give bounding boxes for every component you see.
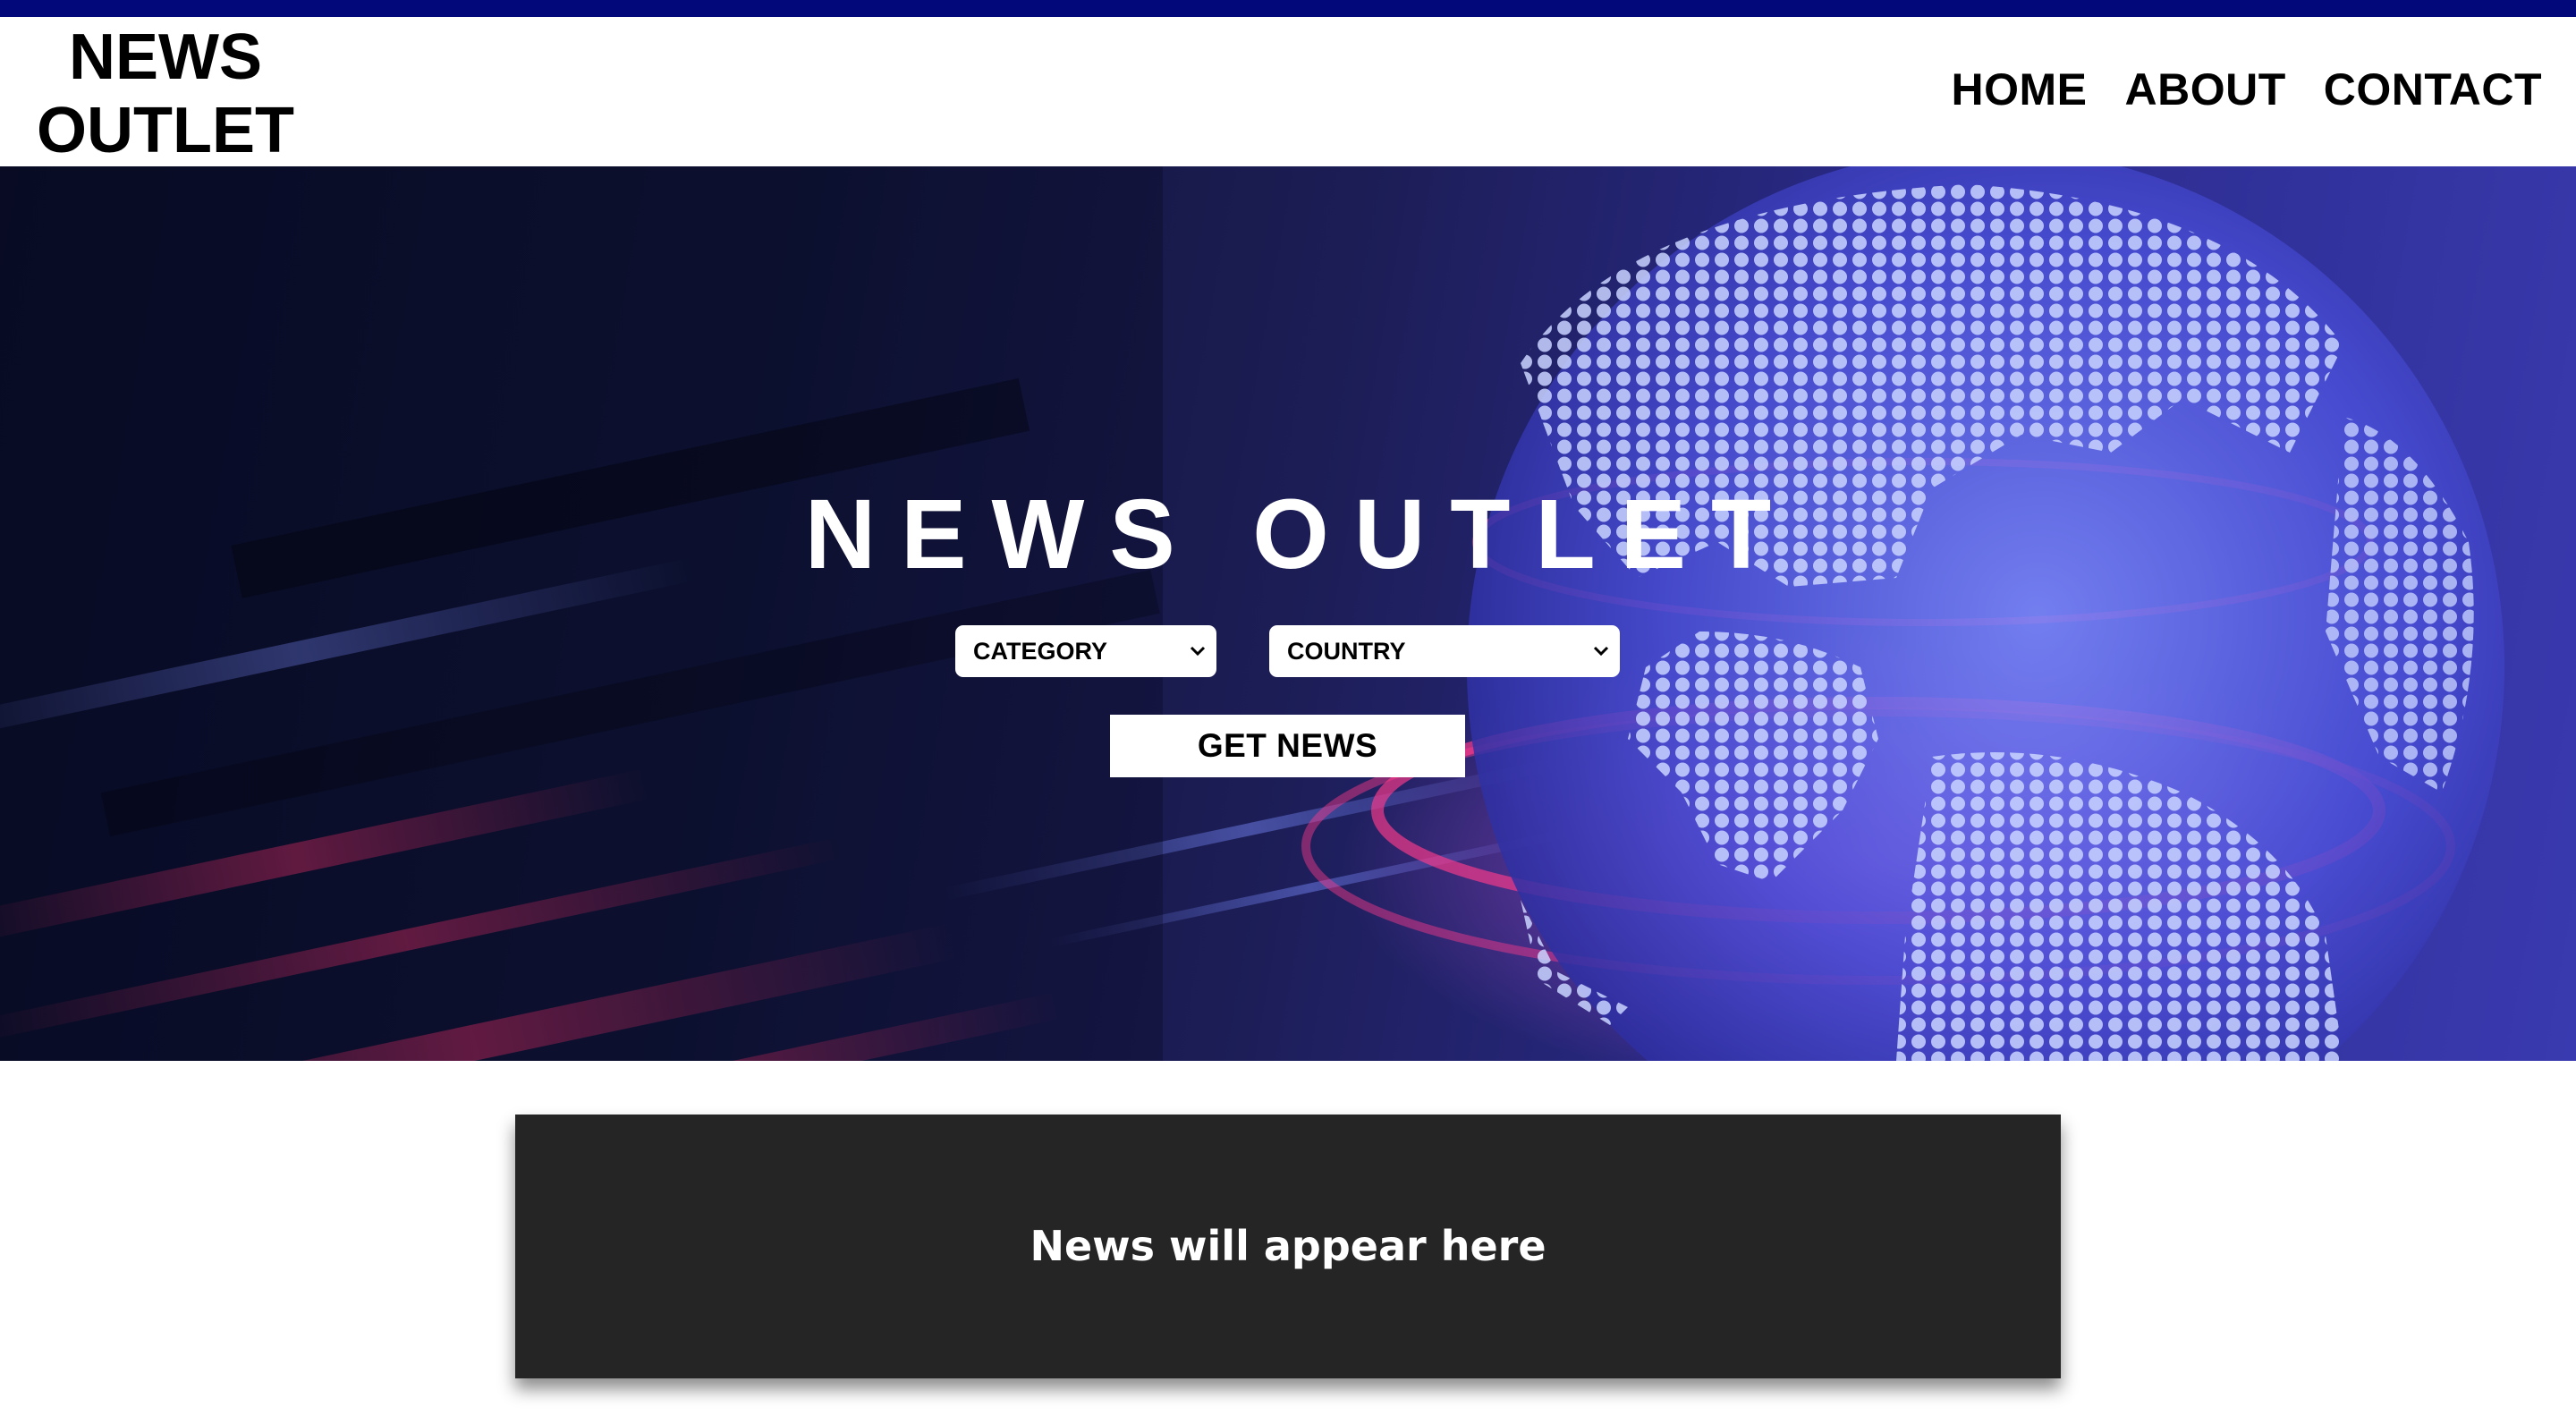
category-select-value: CATEGORY	[973, 638, 1108, 665]
nav-home-link[interactable]: HOME	[1952, 64, 2088, 115]
main-nav: HOME ABOUT CONTACT	[1952, 64, 2542, 115]
get-news-button[interactable]: GET NEWS	[1110, 715, 1465, 777]
country-select[interactable]: COUNTRY	[1269, 625, 1620, 677]
logo-line-1: NEWS	[69, 21, 262, 93]
nav-contact-link[interactable]: CONTACT	[2324, 64, 2542, 115]
country-select-value: COUNTRY	[1287, 638, 1406, 665]
chevron-down-icon	[1593, 646, 1609, 657]
news-container: News will appear here	[515, 1115, 2061, 1378]
hero-banner: NEWS OUTLET CATEGORY COUNTRY GET NEWS	[0, 166, 2576, 1061]
site-logo[interactable]: NEWS OUTLET	[18, 21, 313, 167]
site-header: NEWS OUTLET HOME ABOUT CONTACT	[0, 17, 2576, 166]
digital-globe-image	[0, 166, 2504, 1061]
news-placeholder-text: News will appear here	[1030, 1222, 1546, 1270]
top-accent-bar	[0, 0, 2576, 17]
chevron-down-icon	[1190, 646, 1206, 657]
logo-line-2: OUTLET	[37, 95, 294, 166]
nav-about-link[interactable]: ABOUT	[2125, 64, 2286, 115]
hero-title: NEWS OUTLET	[804, 479, 1797, 589]
category-select[interactable]: CATEGORY	[955, 625, 1216, 677]
